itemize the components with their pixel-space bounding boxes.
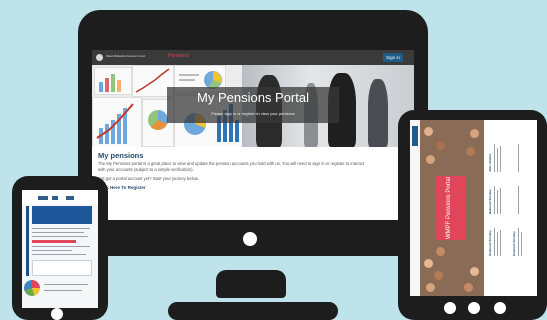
phone-text-line — [44, 284, 88, 286]
phone-nav-item — [66, 196, 74, 200]
face-image — [426, 155, 435, 164]
phone-banner — [32, 206, 92, 224]
monitor-stand-neck — [216, 270, 286, 298]
growth-chart-illustration — [96, 103, 134, 144]
register-prompt: Not got a portal account yet? Start your… — [98, 176, 199, 181]
face-image — [426, 283, 435, 292]
chart-paper-image — [94, 67, 132, 95]
tablet-hero-photo: WMPF Pensions Portal — [420, 120, 484, 296]
face-image — [436, 141, 445, 150]
phone-sidebar — [26, 206, 29, 276]
person-silhouette — [368, 79, 388, 147]
contact-detail-line — [500, 146, 502, 172]
contact-name: Redwood Smokey — [488, 230, 492, 256]
face-image — [424, 127, 433, 136]
phone-text-line — [44, 290, 82, 292]
contact-name: Balwood Smokey — [488, 189, 492, 214]
hero-title-overlay: My Pensions Portal Please sign in or reg… — [167, 87, 339, 123]
intro-paragraph-continued: with your accounts (subject to a simple … — [98, 167, 194, 172]
power-button — [243, 232, 257, 246]
tablet-button — [468, 302, 480, 314]
contact-detail-line — [518, 144, 520, 172]
desktop-screen: West Midlands Pension Fund Pensions Sign… — [92, 50, 414, 220]
phone-card — [32, 260, 92, 276]
phone-home-button — [51, 308, 63, 320]
phone-top-strip — [22, 190, 98, 204]
face-image — [424, 259, 433, 268]
tablet-screen: WMPF Pensions Portal Redwood Smokey Balw… — [410, 120, 537, 296]
phone-logo-icon — [24, 280, 40, 296]
hero-banner: My Pensions Portal Please sign in or reg… — [92, 65, 414, 147]
phone-nav-item — [38, 196, 48, 200]
face-image — [466, 147, 475, 156]
phone-text-line — [32, 250, 72, 252]
face-image — [470, 129, 479, 138]
phone-page — [22, 204, 98, 308]
phone-text-line — [32, 254, 86, 256]
contact-detail-line — [494, 144, 496, 172]
bar-chart-illustration — [99, 74, 121, 92]
phone-screen — [22, 190, 98, 308]
page-heading: My pensions — [98, 151, 144, 160]
tablet-button — [494, 302, 506, 314]
hero-title: My Pensions Portal — [197, 90, 309, 105]
face-image — [464, 283, 473, 292]
phone-text-line — [32, 228, 90, 230]
phone-text-line — [32, 246, 90, 248]
tablet-sign-in-button[interactable] — [412, 126, 418, 146]
face-image — [434, 271, 443, 280]
phone-nav-item — [52, 196, 58, 200]
contact-detail-line — [497, 232, 499, 256]
tablet-banner-text: WMPF Pensions Portal — [446, 176, 452, 240]
face-image — [470, 267, 479, 276]
contact-detail-line — [500, 230, 502, 256]
hero-subtitle: Please sign in or register to view your … — [211, 111, 295, 116]
nav-link-pensions[interactable]: Pensions — [168, 53, 189, 59]
face-image — [436, 247, 445, 256]
contact-detail-line — [500, 188, 502, 214]
tablet-title-banner: WMPF Pensions Portal — [436, 176, 466, 240]
sign-in-button[interactable]: Sign in — [383, 53, 403, 62]
intro-paragraph: The My Pensions portal is a great place … — [98, 161, 365, 166]
contact-name: Julie Hinklee — [488, 153, 492, 172]
logo-icon — [96, 54, 103, 61]
contact-detail-line — [497, 148, 499, 172]
contact-detail-line — [518, 186, 520, 214]
phone-text-line — [32, 232, 84, 234]
contact-detail-line — [497, 190, 499, 214]
monitor-stand-base — [168, 302, 338, 320]
site-logo-text[interactable]: West Midlands Pension Fund — [106, 54, 145, 58]
contact-detail-line — [521, 232, 523, 256]
phone-highlight-bar — [32, 240, 76, 243]
contact-name: Rowland Smokey — [512, 231, 516, 256]
contact-detail-line — [494, 228, 496, 256]
contact-detail-line — [494, 186, 496, 214]
top-navigation-bar: West Midlands Pension Fund Pensions Sign… — [92, 50, 414, 65]
chart-paper-image — [92, 97, 142, 147]
tablet-contacts-grid: Redwood Smokey Balwood Smokey Julie Hink… — [484, 120, 537, 296]
tablet-rotated-page: WMPF Pensions Portal Redwood Smokey Balw… — [410, 120, 537, 296]
tablet-button — [444, 302, 456, 314]
contact-detail-line — [518, 228, 520, 256]
phone-text-line — [32, 236, 88, 238]
